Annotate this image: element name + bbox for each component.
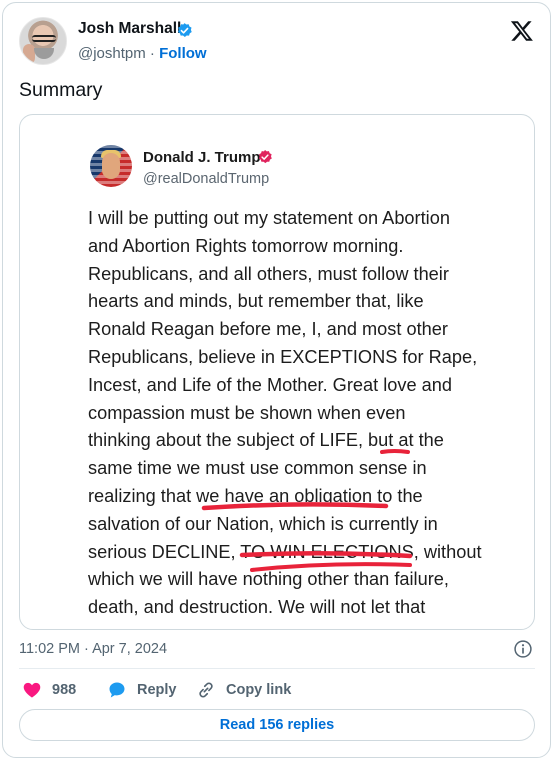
embedded-author-name: Donald J. Trump bbox=[143, 149, 261, 166]
avatar-hand bbox=[23, 44, 35, 64]
post-line: same time we must use common sense in bbox=[88, 458, 427, 479]
embedded-author-handle: @realDonaldTrump bbox=[143, 171, 270, 187]
post-line: serious DECLINE, TO WIN ELECTIONS, witho… bbox=[88, 541, 482, 562]
post-line: compassion must be shown when even bbox=[88, 402, 406, 423]
verified-badge-icon bbox=[177, 23, 192, 38]
embedded-avatar bbox=[90, 145, 132, 187]
tweet-text: Summary bbox=[19, 79, 103, 101]
post-line: salvation of our Nation, which is curren… bbox=[88, 513, 438, 534]
like-button[interactable]: 988 bbox=[22, 679, 76, 701]
author-handle[interactable]: @joshtpm bbox=[78, 45, 146, 62]
x-logo-icon[interactable] bbox=[510, 19, 534, 43]
post-line: and Abortion Rights tomorrow morning. bbox=[88, 235, 404, 256]
info-icon[interactable] bbox=[513, 639, 533, 659]
avatar-beard bbox=[34, 48, 54, 59]
embedded-image[interactable]: Donald J. Trump @realDonaldTrump I will … bbox=[19, 114, 535, 630]
divider bbox=[19, 668, 535, 669]
author-handle-row: @joshtpm · Follow bbox=[78, 45, 207, 62]
verified-badge-pink-icon bbox=[258, 150, 272, 164]
speech-bubble-icon bbox=[109, 682, 125, 698]
embedded-post-body: I will be putting out my statement on Ab… bbox=[88, 205, 518, 622]
tweet-timestamp[interactable]: 11:02 PM · Apr 7, 2024 bbox=[19, 641, 167, 657]
post-line: Incest, and Life of the Mother. Great lo… bbox=[88, 374, 452, 395]
author-name[interactable]: Josh Marshall bbox=[78, 20, 181, 38]
post-line: Republicans, believe in EXCEPTIONS for R… bbox=[88, 346, 478, 367]
copy-link-label: Copy link bbox=[226, 682, 292, 698]
post-line: hearts and minds, but remember that, lik… bbox=[88, 291, 424, 312]
author-avatar[interactable] bbox=[19, 17, 67, 65]
post-line: Republicans, and all others, must follow… bbox=[88, 263, 449, 284]
avatar-face bbox=[102, 153, 120, 179]
reply-button[interactable]: Reply bbox=[107, 679, 177, 701]
link-icon bbox=[199, 682, 213, 698]
reply-label: Reply bbox=[137, 682, 177, 698]
copy-link-button[interactable]: Copy link bbox=[196, 679, 291, 701]
post-line: which we will have nothing other than fa… bbox=[88, 569, 449, 590]
post-line: thinking about the subject of LIFE, but … bbox=[88, 430, 444, 451]
heart-icon bbox=[23, 682, 41, 698]
follow-button[interactable]: Follow bbox=[159, 45, 207, 62]
post-line: I will be putting out my statement on Ab… bbox=[88, 208, 450, 228]
avatar-glasses bbox=[32, 35, 56, 42]
separator-dot: · bbox=[149, 45, 155, 62]
post-line: Ronald Reagan before me, I, and most oth… bbox=[88, 319, 448, 340]
post-line: realizing that we have an obligation to … bbox=[88, 485, 423, 506]
read-replies-button[interactable]: Read 156 replies bbox=[19, 709, 535, 741]
post-line: death, and destruction. We will not let … bbox=[88, 597, 426, 618]
like-count: 988 bbox=[52, 682, 77, 698]
